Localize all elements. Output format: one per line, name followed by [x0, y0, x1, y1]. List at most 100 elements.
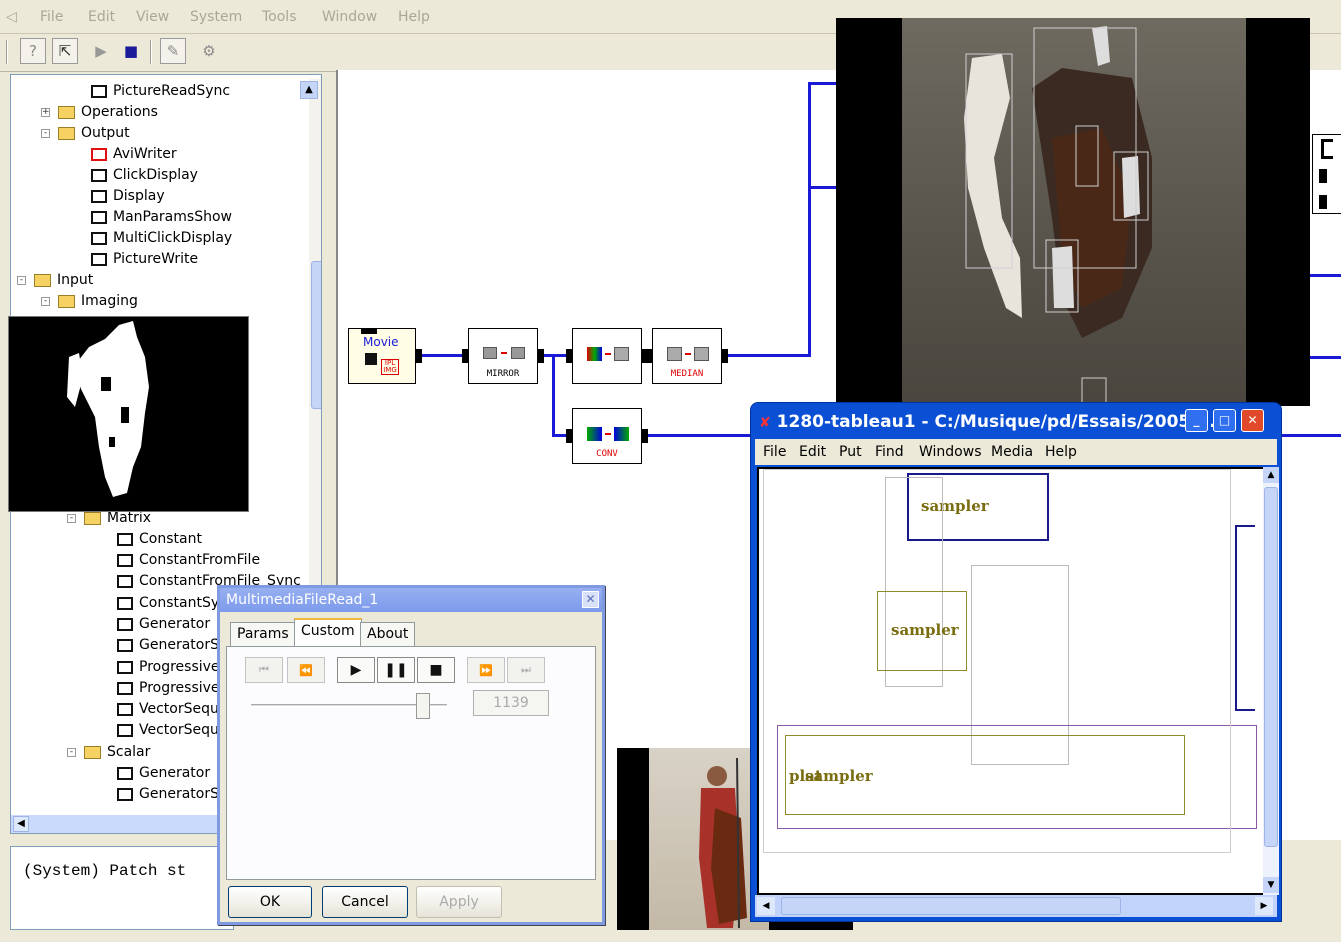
tree-item[interactable]: Constant: [117, 529, 202, 549]
gear-icon[interactable]: ⚙: [196, 38, 222, 64]
tree-item[interactable]: MultiClickDisplay: [91, 228, 232, 248]
pd-menu-windows[interactable]: Windows: [919, 444, 982, 460]
help-pointer-icon[interactable]: ⇱: [52, 38, 78, 64]
tree-item[interactable]: VectorSequ: [117, 699, 219, 719]
movie-block[interactable]: Movie IPL IMG: [348, 328, 422, 384]
menu-view[interactable]: View: [136, 9, 169, 25]
play-button[interactable]: ▶: [337, 657, 375, 683]
tree-item[interactable]: Display: [91, 186, 165, 206]
menu-edit[interactable]: Edit: [88, 9, 115, 25]
pd-menu-file[interactable]: File: [763, 444, 786, 460]
tree-item[interactable]: GeneratorS: [117, 635, 219, 655]
pd-object-box[interactable]: [1235, 525, 1255, 711]
tree-item[interactable]: ClickDisplay: [91, 165, 198, 185]
median-block[interactable]: MEDIAN: [646, 328, 728, 384]
tree-item[interactable]: ConstantFromFile: [117, 550, 260, 570]
tree-item[interactable]: Progressive: [117, 657, 220, 677]
scroll-down-icon[interactable]: ▼: [1263, 877, 1279, 893]
tree-item-label: Imaging: [81, 293, 138, 309]
pd-menu-help[interactable]: Help: [1045, 444, 1077, 460]
tree-item[interactable]: GeneratorS: [117, 784, 219, 804]
tree-item[interactable]: - Imaging: [41, 291, 138, 311]
tree-item[interactable]: - Scalar: [67, 742, 150, 762]
multimedia-file-read-dialog[interactable]: MultimediaFileRead_1 ✕ Params Custom Abo…: [217, 585, 605, 925]
pd-vertical-scrollbar[interactable]: ▲ ▼: [1263, 467, 1279, 895]
scroll-left-icon[interactable]: ◀: [757, 897, 775, 915]
wire: [644, 434, 754, 437]
pd-patch-window[interactable]: ✘ 1280-tableau1 - C:/Musique/pd/Essais/2…: [750, 402, 1282, 922]
collapse-icon[interactable]: -: [41, 128, 50, 138]
log-console[interactable]: (System) Patch st: [10, 846, 234, 930]
tree-item-label: Progressive: [139, 659, 220, 675]
collapse-icon[interactable]: -: [17, 275, 26, 285]
tree-item[interactable]: PictureWrite: [91, 249, 198, 269]
tree-item[interactable]: - Output: [41, 123, 130, 143]
pd-menu-put[interactable]: Put: [839, 444, 862, 460]
console-text: (System) Patch st: [23, 862, 187, 880]
close-button[interactable]: ✕: [1241, 409, 1264, 432]
tree-item[interactable]: Generator: [117, 763, 210, 783]
app-icon[interactable]: ◁: [6, 9, 17, 25]
skip-end-button[interactable]: ⏭: [507, 657, 545, 683]
pd-menu-edit[interactable]: Edit: [799, 444, 826, 460]
menu-tools[interactable]: Tools: [262, 9, 297, 25]
ok-button[interactable]: OK: [228, 886, 312, 918]
tree-item[interactable]: AviWriter: [91, 144, 177, 164]
dialog-titlebar[interactable]: MultimediaFileRead_1 ✕: [220, 588, 602, 612]
menu-system[interactable]: System: [190, 9, 242, 25]
apply-button[interactable]: Apply: [416, 886, 502, 918]
pd-scroll-thumb[interactable]: [1264, 487, 1278, 847]
pause-button[interactable]: ❚❚: [377, 657, 415, 683]
tree-item[interactable]: ConstantSy: [117, 593, 219, 613]
pd-menu-media[interactable]: Media: [991, 444, 1033, 460]
scroll-up-icon[interactable]: ▲: [1263, 467, 1279, 483]
collapse-icon[interactable]: -: [41, 296, 50, 306]
tab-custom[interactable]: Custom: [294, 618, 362, 647]
maximize-button[interactable]: □: [1213, 409, 1236, 432]
scroll-left-icon[interactable]: ◀: [13, 816, 29, 832]
menu-file[interactable]: File: [40, 9, 63, 25]
menu-help[interactable]: Help: [398, 9, 430, 25]
collapse-icon[interactable]: -: [67, 747, 76, 757]
close-icon[interactable]: ✕: [582, 591, 599, 608]
wire: [1308, 356, 1341, 359]
color-convert-block[interactable]: [566, 328, 648, 384]
toolbar-separator: [150, 40, 152, 64]
silhouette-mask-image: [67, 321, 149, 497]
tree-item[interactable]: - Input: [17, 270, 93, 290]
skip-start-button[interactable]: ⏮: [245, 657, 283, 683]
tree-scroll-thumb[interactable]: [311, 261, 321, 409]
stop-button[interactable]: ■: [417, 657, 455, 683]
tab-about[interactable]: About: [360, 622, 416, 647]
tree-item[interactable]: VectorSequ: [117, 720, 219, 740]
tree-item[interactable]: + Operations: [41, 102, 158, 122]
edit-icon[interactable]: ✎: [160, 38, 186, 64]
mirror-block[interactable]: MIRROR: [462, 328, 544, 384]
tree-item[interactable]: PictureReadSync: [91, 81, 230, 101]
tree-item[interactable]: Progressive: [117, 678, 220, 698]
offscreen-block[interactable]: [1312, 134, 1341, 214]
help-icon[interactable]: ?: [20, 38, 46, 64]
module-icon: [117, 660, 133, 674]
frame-number-field[interactable]: 1139: [473, 690, 549, 716]
rewind-button[interactable]: ⏪: [287, 657, 325, 683]
expand-icon[interactable]: +: [41, 107, 50, 117]
pd-menu-find[interactable]: Find: [875, 444, 904, 460]
fast-forward-button[interactable]: ⏩: [467, 657, 505, 683]
cancel-button[interactable]: Cancel: [322, 886, 408, 918]
collapse-icon[interactable]: -: [67, 513, 76, 523]
minimize-button[interactable]: _: [1185, 409, 1208, 432]
tab-params[interactable]: Params: [230, 622, 296, 647]
scroll-right-icon[interactable]: ▶: [1255, 897, 1273, 915]
play-icon[interactable]: ▶: [88, 38, 114, 64]
tree-item[interactable]: Generator: [117, 614, 210, 634]
stop-icon[interactable]: ■: [118, 38, 144, 64]
pd-canvas[interactable]: sampler sampler plat sampler: [757, 467, 1269, 895]
pd-hscroll-thumb[interactable]: [781, 897, 1121, 915]
menu-window[interactable]: Window: [322, 9, 377, 25]
conv-block[interactable]: CONV: [566, 408, 648, 464]
scroll-up-icon[interactable]: ▲: [300, 81, 318, 99]
tree-item[interactable]: ManParamsShow: [91, 207, 232, 227]
position-slider-thumb[interactable]: [416, 693, 431, 719]
pd-horizontal-scrollbar[interactable]: ◀ ▶: [755, 895, 1277, 917]
